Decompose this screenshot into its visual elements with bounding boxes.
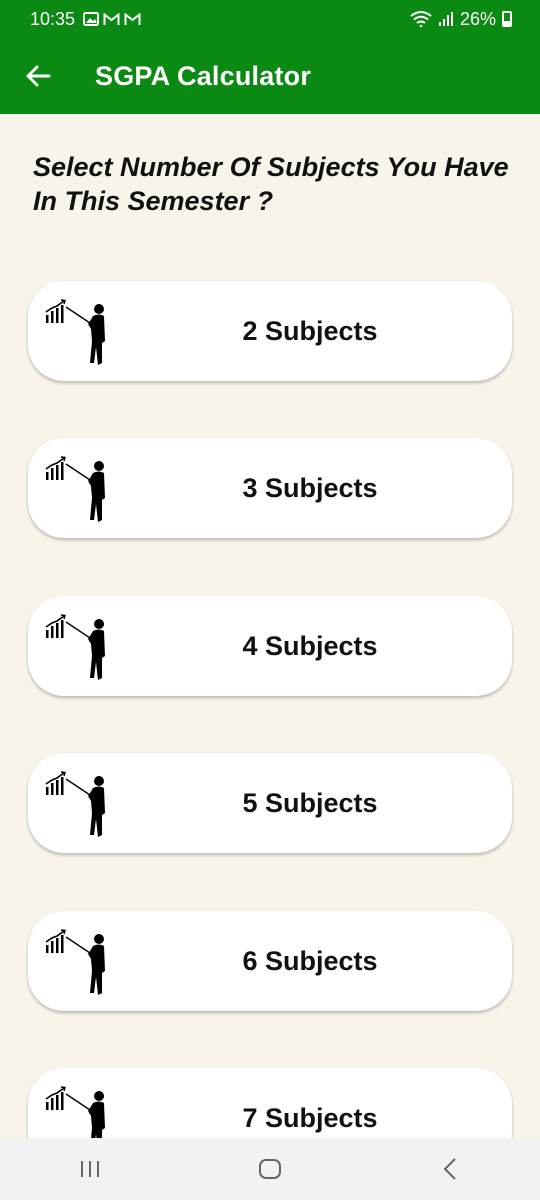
option-2-subjects[interactable]: 2 Subjects — [28, 281, 512, 381]
option-4-subjects[interactable]: 4 Subjects — [28, 596, 512, 696]
question-heading: Select Number Of Subjects You Have In Th… — [33, 152, 509, 216]
option-5-subjects[interactable]: 5 Subjects — [28, 753, 512, 853]
status-bar-right: 26% — [410, 9, 512, 30]
status-time: 10:35 — [30, 8, 76, 29]
home-button[interactable] — [230, 1144, 310, 1194]
back-arrow-button[interactable] — [8, 46, 68, 106]
option-label: 3 Subjects — [242, 472, 378, 503]
gmail-icon — [103, 12, 120, 25]
image-icon — [83, 12, 100, 26]
back-button[interactable] — [410, 1144, 490, 1194]
option-label: 2 Subjects — [242, 315, 378, 346]
status-bar: 10:35 26% — [0, 0, 540, 38]
signal-icon — [438, 12, 453, 26]
gmail-icon — [124, 12, 141, 25]
option-label: 4 Subjects — [242, 630, 378, 661]
wifi-icon — [410, 11, 432, 27]
system-nav-bar — [0, 1138, 540, 1200]
option-label: 5 Subjects — [242, 787, 378, 818]
notification-icons — [83, 12, 141, 26]
recents-icon — [81, 1161, 99, 1177]
option-3-subjects[interactable]: 3 Subjects — [28, 438, 512, 538]
arrow-left-icon — [26, 65, 51, 87]
home-icon — [259, 1159, 281, 1179]
page-title: SGPA Calculator — [95, 60, 312, 91]
chevron-left-icon — [443, 1158, 456, 1180]
recents-button[interactable] — [50, 1144, 130, 1194]
app-bar: SGPA Calculator — [0, 38, 540, 114]
option-6-subjects[interactable]: 6 Subjects — [28, 911, 512, 1011]
battery-icon — [502, 11, 512, 27]
battery-percent: 26% — [459, 8, 496, 29]
status-bar-left: 10:35 — [30, 9, 141, 30]
option-label: 6 Subjects — [242, 945, 378, 976]
